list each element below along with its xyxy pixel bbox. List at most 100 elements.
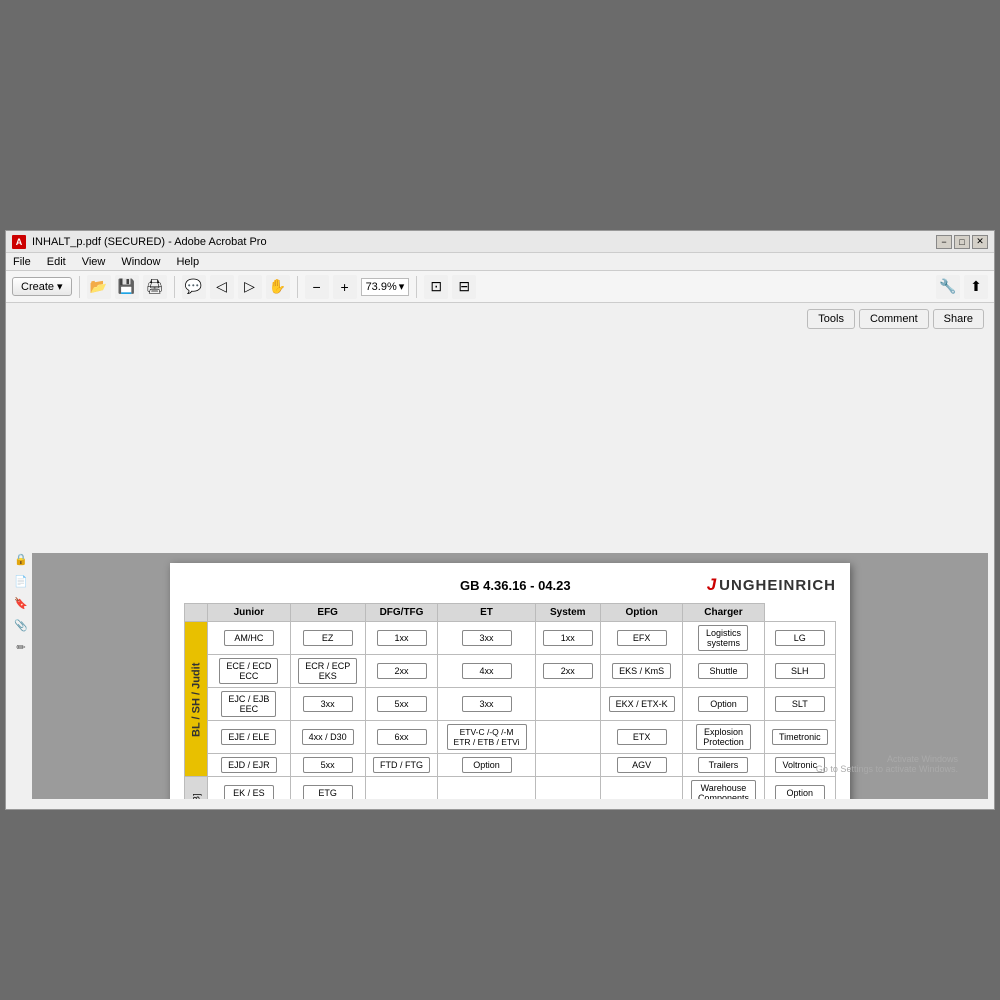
content-area: GB 4.36.16 - 04.23 JUNGHEINRICH Junior E… — [32, 553, 988, 799]
cell-system-empty1 — [600, 777, 682, 800]
cell-system-etx[interactable]: ETX — [600, 721, 682, 754]
toolbar-separator-1 — [79, 276, 80, 298]
cell-junior-ejc[interactable]: EJC / EJBEEC — [208, 688, 291, 721]
cell-charger-slh[interactable]: SLH — [764, 655, 835, 688]
fit-page-icon[interactable]: ⊡ — [424, 275, 448, 299]
menu-bar: File Edit View Window Help — [6, 253, 994, 271]
cell-junior-ekes[interactable]: EK / ES — [208, 777, 291, 800]
cell-charger-slt[interactable]: SLT — [764, 688, 835, 721]
cell-dfg-5xx[interactable]: 5xx — [365, 688, 438, 721]
table-header-row: Junior EFG DFG/TFG ET System Option Char… — [185, 604, 836, 622]
col-option-header: Option — [600, 604, 682, 622]
hand-tool-icon[interactable]: ✋ — [266, 275, 290, 299]
menu-edit[interactable]: Edit — [44, 256, 69, 268]
toolbar: Create ▾ 📂 💾 🖨 💬 ◁ ▷ ✋ − + 73.9% ▾ ⊡ ⊟ 🔧… — [6, 271, 994, 303]
window-controls[interactable]: − □ ✕ — [936, 235, 988, 249]
cell-junior-ece[interactable]: ECE / ECDECC — [208, 655, 291, 688]
cell-dfg-6xx[interactable]: 6xx — [365, 721, 438, 754]
cell-efg-ez[interactable]: EZ — [290, 622, 365, 655]
zoom-display[interactable]: 73.9% ▾ — [361, 278, 410, 296]
window-title: INHALT_p.pdf (SECURED) - Adobe Acrobat P… — [32, 236, 267, 248]
cell-system-agv[interactable]: AGV — [600, 754, 682, 777]
cell-dfg-ftd[interactable]: FTD / FTG — [365, 754, 438, 777]
title-bar: A INHALT_p.pdf (SECURED) - Adobe Acrobat… — [6, 231, 994, 253]
cell-et-4xx[interactable]: 4xx — [438, 655, 535, 688]
cell-charger-option[interactable]: Option — [764, 777, 835, 800]
table-row: EJE / ELE 4xx / D30 6xx ETV-C /-Q /-METR… — [185, 721, 836, 754]
cell-option-explosion[interactable]: ExplosionProtection — [683, 721, 764, 754]
tools-button[interactable]: Tools — [807, 309, 855, 329]
cell-system-et-1xx[interactable]: 1xx — [535, 622, 600, 655]
fit-width-icon[interactable]: ⊟ — [452, 275, 476, 299]
comment-icon[interactable]: 💬 — [182, 275, 206, 299]
cell-system-ekx[interactable]: EKX / ETX-K — [600, 688, 682, 721]
cell-dfg-1xx[interactable]: 1xx — [365, 622, 438, 655]
print-button[interactable]: 🖨 — [143, 275, 167, 299]
col-charger-header: Charger — [683, 604, 764, 622]
cell-et-3xx-b[interactable]: 3xx — [438, 688, 535, 721]
col-label-blank — [185, 604, 208, 622]
col-et-header: ET — [438, 604, 535, 622]
cell-et-3xx[interactable]: 3xx — [438, 622, 535, 655]
table-row: BL / SH / Judit AM/HC EZ 1xx 3xx 1xx EFX… — [185, 622, 836, 655]
acrobat-window: A INHALT_p.pdf (SECURED) - Adobe Acrobat… — [5, 230, 995, 810]
pdf-page: GB 4.36.16 - 04.23 JUNGHEINRICH Junior E… — [170, 563, 850, 799]
cell-system-eks[interactable]: EKS / KmS — [600, 655, 682, 688]
cell-junior-amhc[interactable]: AM/HC — [208, 622, 291, 655]
cell-et-etv[interactable]: ETV-C /-Q /-METR / ETB / ETVi — [438, 721, 535, 754]
share-button[interactable]: Share — [933, 309, 984, 329]
zoom-out-icon[interactable]: − — [305, 275, 329, 299]
cell-system-et-2xx[interactable]: 2xx — [535, 655, 600, 688]
cell-option-option1[interactable]: Option — [683, 688, 764, 721]
cell-dfg-empty1 — [365, 777, 438, 800]
cell-system-efx[interactable]: EFX — [600, 622, 682, 655]
cell-charger-voltronic[interactable]: Voltronic — [764, 754, 835, 777]
sidebar-bookmark-icon[interactable]: 🔖 — [13, 595, 29, 611]
cell-option-logistics[interactable]: Logisticssystems — [683, 622, 764, 655]
minimize-button[interactable]: − — [936, 235, 952, 249]
cell-option-shuttle[interactable]: Shuttle — [683, 655, 764, 688]
menu-view[interactable]: View — [79, 256, 109, 268]
sidebar-attachment-icon[interactable]: 📎 — [13, 617, 29, 633]
cell-efg-5xx[interactable]: 5xx — [290, 754, 365, 777]
cell-system-et-empty2 — [535, 721, 600, 754]
cell-efg-4xx[interactable]: 4xx / D30 — [290, 721, 365, 754]
share-icon[interactable]: ⬆ — [964, 275, 988, 299]
cell-charger-lg[interactable]: LG — [764, 622, 835, 655]
cell-dfg-2xx[interactable]: 2xx — [365, 655, 438, 688]
maximize-button[interactable]: □ — [954, 235, 970, 249]
next-page-icon[interactable]: ▷ — [238, 275, 262, 299]
toolbar-separator-3 — [297, 276, 298, 298]
table-row: ECE / ECDECC ECR / ECPEKS 2xx 4xx 2xx EK… — [185, 655, 836, 688]
save-button[interactable]: 💾 — [115, 275, 139, 299]
cell-junior-ejd[interactable]: EJD / EJR — [208, 754, 291, 777]
prev-page-icon[interactable]: ◁ — [210, 275, 234, 299]
cell-et-empty1 — [438, 777, 535, 800]
sidebar-signature-icon[interactable]: ✏ — [13, 639, 29, 655]
create-button[interactable]: Create ▾ — [12, 277, 72, 296]
cell-option-warehouse[interactable]: WarehouseComponents — [683, 777, 764, 800]
toolbar-separator-2 — [174, 276, 175, 298]
left-sidebar: 🔒 📄 🔖 📎 ✏ — [12, 551, 30, 655]
cell-efg-etg[interactable]: ETG — [290, 777, 365, 800]
cell-option-trailers[interactable]: Trailers — [683, 754, 764, 777]
close-button[interactable]: ✕ — [972, 235, 988, 249]
cell-system-et-empty4 — [535, 777, 600, 800]
comment-button[interactable]: Comment — [859, 309, 929, 329]
cell-efg-3xx[interactable]: 3xx — [290, 688, 365, 721]
sidebar-lock-icon[interactable]: 🔒 — [13, 551, 29, 567]
open-button[interactable]: 📂 — [87, 275, 111, 299]
cell-charger-timetronic[interactable]: Timetronic — [764, 721, 835, 754]
sidebar-page-icon[interactable]: 📄 — [13, 573, 29, 589]
group-label-shb: [SHB] — [185, 777, 208, 800]
cell-system-et-empty3 — [535, 754, 600, 777]
cell-et-option[interactable]: Option — [438, 754, 535, 777]
cell-junior-eje[interactable]: EJE / ELE — [208, 721, 291, 754]
zoom-in-icon[interactable]: + — [333, 275, 357, 299]
menu-window[interactable]: Window — [118, 256, 163, 268]
menu-help[interactable]: Help — [173, 256, 202, 268]
tools-panel-icon[interactable]: 🔧 — [936, 275, 960, 299]
table-row: [SHB] EK / ES ETG WarehouseComponents Op… — [185, 777, 836, 800]
menu-file[interactable]: File — [10, 256, 34, 268]
cell-efg-ecr[interactable]: ECR / ECPEKS — [290, 655, 365, 688]
